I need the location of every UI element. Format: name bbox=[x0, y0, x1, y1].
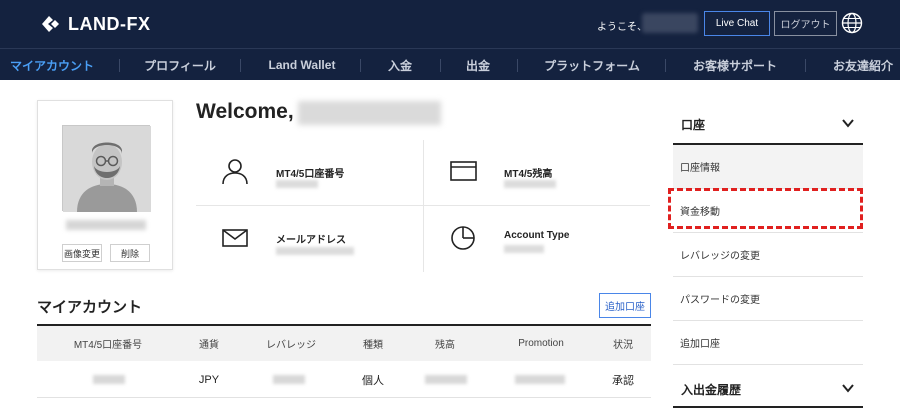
profile-card: 画像変更 削除 bbox=[37, 100, 173, 270]
email-label: メールアドレス bbox=[276, 235, 346, 246]
change-image-button[interactable]: 画像変更 bbox=[62, 244, 102, 262]
nav-item-platform[interactable]: プラットフォーム bbox=[530, 49, 654, 81]
balance-cell-redacted bbox=[425, 375, 467, 384]
land-fx-logo[interactable]: LAND-FX bbox=[40, 12, 151, 36]
grid-divider bbox=[196, 205, 650, 206]
column-header-promotion: Promotion bbox=[518, 338, 564, 349]
profile-name-redacted bbox=[66, 220, 146, 230]
column-header-type: 種類 bbox=[363, 340, 383, 351]
fund-transfer-highlight-box bbox=[668, 188, 863, 229]
chevron-down-icon bbox=[842, 119, 854, 128]
add-account-button[interactable]: 追加口座 bbox=[599, 293, 651, 318]
nav-item-land-wallet[interactable]: Land Wallet bbox=[252, 49, 352, 81]
logout-button[interactable]: ログアウト bbox=[774, 11, 837, 36]
sidebar-section-history[interactable]: 入出金履歴 bbox=[673, 365, 863, 408]
sidebar-item-password-change[interactable]: パスワードの変更 bbox=[673, 277, 863, 321]
account-type-label: Account Type bbox=[504, 230, 570, 241]
logo-mark-icon bbox=[42, 16, 59, 32]
sidebar-section-history-label: 入出金履歴 bbox=[681, 383, 742, 397]
wallet-icon bbox=[450, 161, 477, 181]
nav-item-referral[interactable]: お友達紹介 bbox=[818, 49, 900, 81]
user-name-redacted bbox=[642, 13, 698, 33]
greeting-text: ようこそ、 bbox=[597, 22, 647, 33]
account-number-redacted bbox=[276, 180, 318, 188]
currency-cell: JPY bbox=[198, 373, 220, 386]
nav-item-support[interactable]: お客様サポート bbox=[675, 49, 795, 81]
nav-separator bbox=[440, 59, 441, 72]
avatar bbox=[62, 125, 151, 212]
balance-redacted bbox=[504, 180, 556, 188]
nav-separator bbox=[805, 59, 806, 72]
user-icon bbox=[222, 159, 248, 185]
type-cell: 個人 bbox=[362, 374, 384, 387]
nav-separator bbox=[360, 59, 361, 72]
nav-item-profile[interactable]: プロフィール bbox=[130, 49, 230, 81]
balance-label: MT4/5残高 bbox=[504, 169, 553, 180]
nav-item-withdraw[interactable]: 出金 bbox=[448, 49, 508, 81]
sidebar-item-add-account[interactable]: 追加口座 bbox=[673, 321, 863, 365]
account-type-redacted bbox=[504, 245, 544, 253]
avatar-placeholder-icon bbox=[63, 126, 151, 212]
globe-icon[interactable] bbox=[841, 12, 863, 34]
my-account-heading: マイアカウント bbox=[37, 299, 143, 316]
sidebar-section-accounts[interactable]: 口座 bbox=[673, 100, 863, 145]
welcome-heading: Welcome, bbox=[196, 100, 294, 123]
live-chat-button[interactable]: Live Chat bbox=[704, 11, 770, 36]
column-header-currency: 通貨 bbox=[199, 340, 219, 351]
leverage-cell-redacted bbox=[273, 375, 305, 384]
chevron-down-icon bbox=[842, 384, 854, 393]
nav-item-my-account[interactable]: マイアカウント bbox=[0, 49, 104, 81]
promotion-cell-redacted bbox=[515, 375, 565, 384]
column-header-leverage: レバレッジ bbox=[266, 340, 316, 351]
nav-item-deposit[interactable]: 入金 bbox=[370, 49, 430, 81]
sidebar-item-account-info[interactable]: 口座情報 bbox=[673, 145, 863, 189]
account-number-label: MT4/5口座番号 bbox=[276, 169, 345, 180]
top-header: LAND-FX ようこそ、 Live Chat ログアウト bbox=[0, 0, 900, 48]
delete-image-button[interactable]: 削除 bbox=[110, 244, 150, 262]
status-cell: 承認 bbox=[612, 374, 634, 387]
grid-divider bbox=[423, 140, 424, 272]
accounts-table-header: MT4/5口座番号 通貨 レバレッジ 種類 残高 Promotion 状況 bbox=[37, 326, 651, 361]
column-header-balance: 残高 bbox=[435, 340, 455, 351]
email-redacted bbox=[276, 247, 354, 255]
nav-separator bbox=[119, 59, 120, 72]
nav-separator bbox=[517, 59, 518, 72]
nav-separator bbox=[665, 59, 666, 72]
account-info-grid: MT4/5口座番号 MT4/5残高 メールアドレス Account Type bbox=[196, 140, 650, 272]
nav-separator bbox=[240, 59, 241, 72]
mail-icon bbox=[222, 229, 248, 247]
account-number-cell-redacted bbox=[93, 375, 125, 384]
column-header-status: 状況 bbox=[613, 340, 633, 351]
logo-text: LAND-FX bbox=[68, 13, 151, 34]
table-row[interactable]: JPY 個人 承認 bbox=[37, 361, 651, 398]
main-nav: マイアカウント プロフィール Land Wallet 入金 出金 プラットフォー… bbox=[0, 48, 900, 80]
column-header-account-number: MT4/5口座番号 bbox=[73, 340, 143, 351]
pie-chart-icon bbox=[451, 226, 475, 250]
sidebar-item-leverage-change[interactable]: レバレッジの変更 bbox=[673, 233, 863, 277]
welcome-name-redacted bbox=[298, 101, 441, 125]
sidebar-section-accounts-label: 口座 bbox=[681, 118, 706, 132]
